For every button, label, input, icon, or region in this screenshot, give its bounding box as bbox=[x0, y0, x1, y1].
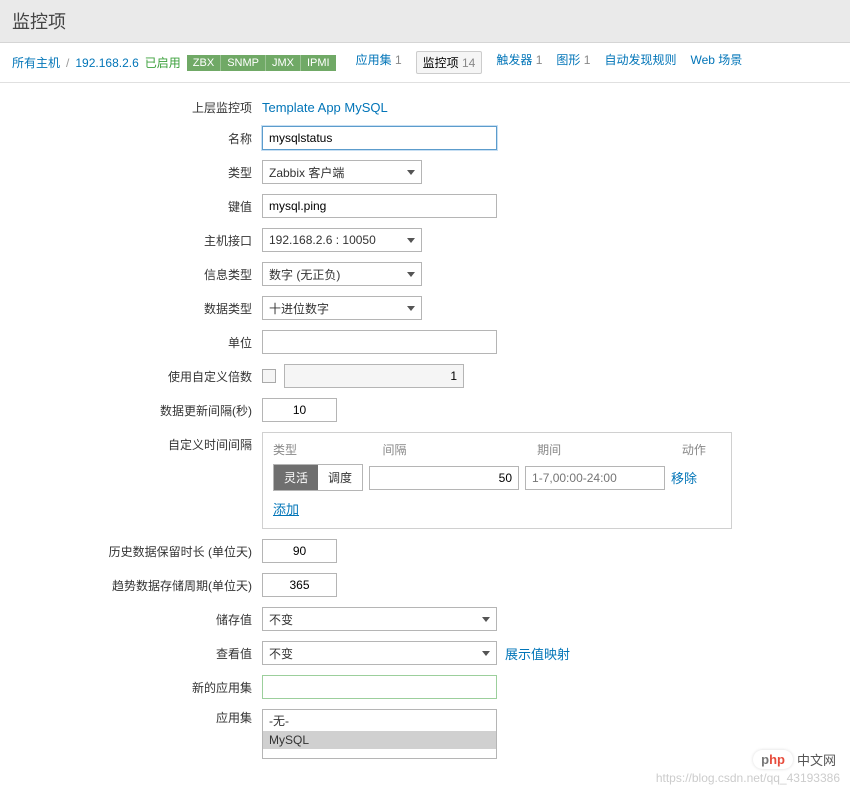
badge-snmp: SNMP bbox=[221, 55, 266, 71]
tab-graphs[interactable]: 图形 1 bbox=[556, 51, 590, 74]
breadcrumb-all-hosts[interactable]: 所有主机 bbox=[12, 54, 60, 71]
name-label: 名称 bbox=[12, 130, 262, 147]
toggle-scheduling[interactable]: 调度 bbox=[318, 465, 362, 490]
chevron-down-icon bbox=[407, 238, 415, 243]
parent-item-label: 上层监控项 bbox=[12, 99, 262, 116]
type-label: 类型 bbox=[12, 164, 262, 181]
tab-triggers[interactable]: 触发器 1 bbox=[496, 51, 542, 74]
history-label: 历史数据保留时长 (单位天) bbox=[12, 543, 262, 560]
show-value-mapping-link[interactable]: 展示值映射 bbox=[505, 644, 570, 663]
custom-interval-label: 自定义时间间隔 bbox=[12, 432, 262, 453]
interval-period-input[interactable] bbox=[525, 466, 665, 490]
list-item-mysql[interactable]: MySQL bbox=[263, 731, 496, 749]
list-item-none[interactable]: -无- bbox=[263, 710, 496, 731]
breadcrumb-host[interactable]: 192.168.2.6 bbox=[75, 56, 138, 70]
badge-zbx: ZBX bbox=[187, 55, 221, 71]
update-interval-input[interactable] bbox=[262, 398, 337, 422]
parent-item-link[interactable]: Template App MySQL bbox=[262, 100, 388, 115]
trend-input[interactable] bbox=[262, 573, 337, 597]
apps-label: 应用集 bbox=[12, 709, 262, 726]
trend-label: 趋势数据存储周期(单位天) bbox=[12, 577, 262, 594]
multiplier-label: 使用自定义倍数 bbox=[12, 368, 262, 385]
status-enabled: 已启用 bbox=[145, 54, 181, 71]
logo-icon: php bbox=[753, 750, 793, 769]
breadcrumb: 所有主机 / 192.168.2.6 已启用 ZBX SNMP JMX IPMI… bbox=[0, 43, 850, 83]
toggle-flexible[interactable]: 灵活 bbox=[274, 465, 318, 490]
host-tabs: 应用集 1 监控项 14 触发器 1 图形 1 自动发现规则 Web 场景 bbox=[356, 51, 743, 74]
col-action: 动作 bbox=[682, 441, 721, 458]
view-value-label: 查看值 bbox=[12, 645, 262, 662]
tab-applications[interactable]: 应用集 1 bbox=[356, 51, 402, 74]
interval-value-input[interactable] bbox=[369, 466, 519, 490]
name-input[interactable] bbox=[262, 126, 497, 150]
data-type-select[interactable]: 十进位数字 bbox=[262, 296, 422, 320]
tab-discovery[interactable]: 自动发现规则 bbox=[604, 51, 676, 74]
history-input[interactable] bbox=[262, 539, 337, 563]
key-input[interactable] bbox=[262, 194, 497, 218]
custom-interval-box: 类型 间隔 期间 动作 灵活 调度 移除 添加 bbox=[262, 432, 732, 529]
data-type-label: 数据类型 bbox=[12, 300, 262, 317]
update-interval-label: 数据更新间隔(秒) bbox=[12, 402, 262, 419]
multiplier-checkbox[interactable] bbox=[262, 369, 276, 383]
chevron-down-icon bbox=[407, 306, 415, 311]
new-app-input[interactable] bbox=[262, 675, 497, 699]
chevron-down-icon bbox=[482, 617, 490, 622]
key-label: 键值 bbox=[12, 198, 262, 215]
type-select[interactable]: Zabbix 客户端 bbox=[262, 160, 422, 184]
site-logo: php 中文网 bbox=[753, 750, 836, 769]
badge-jmx: JMX bbox=[266, 55, 301, 71]
unit-input[interactable] bbox=[262, 330, 497, 354]
interval-remove-link[interactable]: 移除 bbox=[671, 468, 697, 487]
logo-text: 中文网 bbox=[797, 750, 836, 769]
interval-table-header: 类型 间隔 期间 动作 bbox=[273, 441, 721, 458]
info-type-select[interactable]: 数字 (无正负) bbox=[262, 262, 422, 286]
apps-listbox[interactable]: -无- MySQL bbox=[262, 709, 497, 759]
store-value-label: 储存值 bbox=[12, 611, 262, 628]
item-form: 上层监控项 Template App MySQL 名称 类型 Zabbix 客户… bbox=[0, 83, 850, 789]
badge-ipmi: IPMI bbox=[301, 55, 336, 71]
tab-web[interactable]: Web 场景 bbox=[690, 51, 742, 74]
watermark: https://blog.csdn.net/qq_43193386 bbox=[656, 771, 840, 785]
host-interface-select[interactable]: 192.168.2.6 : 10050 bbox=[262, 228, 422, 252]
col-period: 期间 bbox=[537, 441, 682, 458]
protocol-badges: ZBX SNMP JMX IPMI bbox=[187, 55, 336, 71]
breadcrumb-separator: / bbox=[66, 56, 69, 70]
interval-type-toggle[interactable]: 灵活 调度 bbox=[273, 464, 363, 491]
interval-row: 灵活 调度 移除 bbox=[273, 464, 721, 491]
chevron-down-icon bbox=[407, 272, 415, 277]
col-interval: 间隔 bbox=[383, 441, 538, 458]
tab-items[interactable]: 监控项 14 bbox=[416, 51, 483, 74]
chevron-down-icon bbox=[482, 651, 490, 656]
chevron-down-icon bbox=[407, 170, 415, 175]
view-value-select[interactable]: 不变 bbox=[262, 641, 497, 665]
multiplier-input[interactable] bbox=[284, 364, 464, 388]
unit-label: 单位 bbox=[12, 334, 262, 351]
host-interface-label: 主机接口 bbox=[12, 232, 262, 249]
interval-add-link[interactable]: 添加 bbox=[273, 502, 299, 517]
store-value-select[interactable]: 不变 bbox=[262, 607, 497, 631]
info-type-label: 信息类型 bbox=[12, 266, 262, 283]
new-app-label: 新的应用集 bbox=[12, 679, 262, 696]
col-type: 类型 bbox=[273, 441, 383, 458]
page-title: 监控项 bbox=[0, 0, 850, 43]
